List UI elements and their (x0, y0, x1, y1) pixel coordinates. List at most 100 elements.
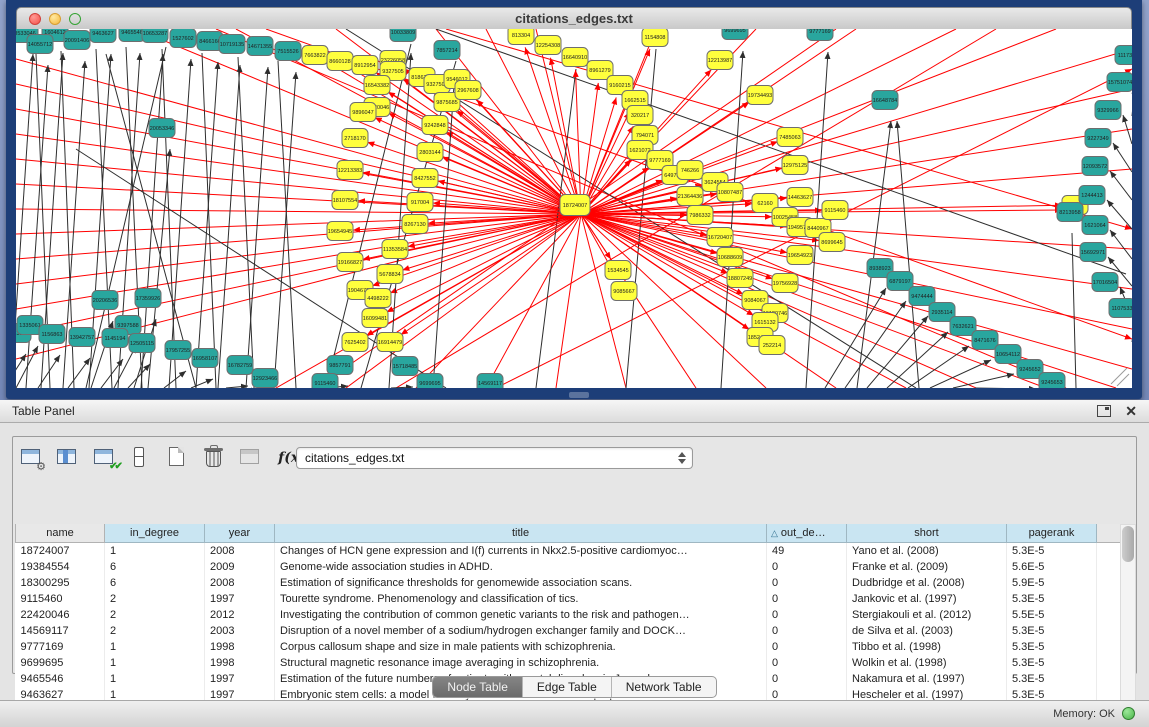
tab-node-table[interactable]: Node Table (433, 677, 523, 697)
graph-node-label: 17957255 (166, 348, 190, 354)
column-header-title[interactable]: title (275, 524, 767, 543)
table-selector-dropdown[interactable]: citations_edges.txt (296, 447, 693, 469)
graph-node-label: 7515526 (277, 49, 298, 55)
graph-node-label: 15692971 (1081, 250, 1105, 256)
table-cell[interactable]: 1998 (205, 655, 275, 671)
table-checks-icon[interactable]: ✔✔ (92, 443, 118, 473)
table-cell[interactable]: 2009 (205, 559, 275, 575)
table-row[interactable]: 1456911722003Disruption of a novel membe… (16, 623, 1121, 639)
column-header-pagerank[interactable]: pagerank (1007, 524, 1097, 543)
table-cell[interactable]: 2 (105, 607, 205, 623)
table-cell[interactable]: 1 (105, 543, 205, 560)
table-cell[interactable]: 2003 (205, 623, 275, 639)
table-cell[interactable]: 5.6E-5 (1007, 559, 1097, 575)
table-cell[interactable]: Yano et al. (2008) (847, 543, 1007, 560)
network-window-titlebar[interactable]: citations_edges.txt (16, 7, 1132, 29)
table-cell[interactable]: 9777169 (16, 639, 105, 655)
column-chooser-icon[interactable] (128, 443, 154, 473)
tab-network-table[interactable]: Network Table (612, 677, 716, 697)
table-cell[interactable]: 5.3E-5 (1007, 623, 1097, 639)
table-settings-icon[interactable]: ⚙ (19, 443, 45, 473)
table-cell[interactable]: 9115460 (16, 591, 105, 607)
table-cell[interactable]: 5.3E-5 (1007, 639, 1097, 655)
graph-node-label: 8660128 (329, 59, 350, 65)
table-cell[interactable]: Wolkin et al. (1998) (847, 655, 1007, 671)
table-row[interactable]: 1830029562008Estimation of significance … (16, 575, 1121, 591)
table-cell[interactable]: Genome-wide association studies in ADHD. (275, 559, 767, 575)
delete-icon[interactable] (201, 443, 227, 473)
table-cell[interactable]: Tourette syndrome. Phenomenology and cla… (275, 591, 767, 607)
table-row[interactable]: 969969511998Structural magnetic resonanc… (16, 655, 1121, 671)
table-cell[interactable]: 5.3E-5 (1007, 543, 1097, 560)
table-cell[interactable]: 14569117 (16, 623, 105, 639)
table-cell[interactable]: 0 (767, 639, 847, 655)
table-cell[interactable]: 6 (105, 559, 205, 575)
column-header-out_de[interactable]: △out_de… (767, 524, 847, 543)
table-cell[interactable]: 49 (767, 543, 847, 560)
table-cell[interactable]: 18724007 (16, 543, 105, 560)
table-cell[interactable]: 5.3E-5 (1007, 591, 1097, 607)
table-cell[interactable]: 2012 (205, 607, 275, 623)
table-cell[interactable]: Investigating the contribution of common… (275, 607, 767, 623)
table-cell[interactable]: 1998 (205, 639, 275, 655)
table-cell[interactable]: 2 (105, 591, 205, 607)
memory-status-indicator[interactable] (1122, 707, 1135, 720)
table-cell[interactable]: 6 (105, 575, 205, 591)
graph-node-label: 1335061 (19, 323, 40, 329)
table-cell[interactable]: 5.9E-5 (1007, 575, 1097, 591)
new-file-icon[interactable] (165, 443, 191, 473)
scrollbar-thumb[interactable] (1122, 526, 1134, 562)
table-cell[interactable]: 19384554 (16, 559, 105, 575)
graph-node-label: 320217 (631, 113, 649, 119)
graph-node-label: 2718170 (344, 136, 365, 142)
table-cell[interactable]: 22420046 (16, 607, 105, 623)
table-cell[interactable]: 0 (767, 655, 847, 671)
table-cell[interactable]: 0 (767, 575, 847, 591)
table-cell[interactable]: Structural magnetic resonance image aver… (275, 655, 767, 671)
table-cell[interactable]: Disruption of a novel member of a sodium… (275, 623, 767, 639)
table-cell[interactable]: 5.5E-5 (1007, 607, 1097, 623)
float-panel-icon[interactable] (1097, 405, 1111, 417)
table-cell[interactable]: Estimation of significance thresholds fo… (275, 575, 767, 591)
table-cell[interactable]: 9699695 (16, 655, 105, 671)
table-cell[interactable]: Franke et al. (2009) (847, 559, 1007, 575)
table-cell[interactable]: 5.3E-5 (1007, 655, 1097, 671)
graph-node-label: 9245652 (1019, 367, 1040, 373)
column-header-in_degree[interactable]: in_degree (105, 524, 205, 543)
table-cell[interactable]: Stergiakouli et al. (2012) (847, 607, 1007, 623)
column-header-year[interactable]: year (205, 524, 275, 543)
table-column-icon[interactable] (55, 443, 81, 473)
table-cell[interactable]: Changes of HCN gene expression and I(f) … (275, 543, 767, 560)
table-cell[interactable]: 2008 (205, 575, 275, 591)
table-cell[interactable]: 18300295 (16, 575, 105, 591)
table-row[interactable]: 911546021997Tourette syndrome. Phenomeno… (16, 591, 1121, 607)
table-cell[interactable]: 1997 (205, 591, 275, 607)
column-header-short[interactable]: short (847, 524, 1007, 543)
table-cell[interactable]: Dudbridge et al. (2008) (847, 575, 1007, 591)
table-row[interactable]: 977716911998Corpus callosum shape and si… (16, 639, 1121, 655)
graph-node-label: 20053346 (150, 126, 174, 132)
network-canvas[interactable]: 2718170122133831810755419654945191668271… (16, 29, 1132, 388)
table-cell[interactable]: 1 (105, 655, 205, 671)
table-cell[interactable]: 2008 (205, 543, 275, 560)
table-cell[interactable]: 0 (767, 559, 847, 575)
column-header-name[interactable]: name (16, 524, 105, 543)
table-cell[interactable]: de Silva et al. (2003) (847, 623, 1007, 639)
table-cell[interactable]: 0 (767, 591, 847, 607)
citation-network-graph[interactable]: 2718170122133831810755419654945191668271… (16, 29, 1132, 388)
split-pane-divider[interactable] (569, 392, 589, 398)
table-row[interactable]: 1872400712008Changes of HCN gene express… (16, 543, 1121, 560)
table-cell[interactable]: Tibbo et al. (1998) (847, 639, 1007, 655)
table-cell[interactable]: Corpus callosum shape and size in male p… (275, 639, 767, 655)
table-cell[interactable]: 0 (767, 623, 847, 639)
close-panel-icon[interactable]: ✕ (1125, 402, 1137, 420)
table-cell[interactable]: 2 (105, 623, 205, 639)
graph-node-label: 9463627 (92, 31, 113, 37)
tab-edge-table[interactable]: Edge Table (523, 677, 612, 697)
table-cell[interactable]: 0 (767, 607, 847, 623)
table-row[interactable]: 2242004622012Investigating the contribut… (16, 607, 1121, 623)
graph-node-label: 9699695 (724, 29, 745, 34)
table-cell[interactable]: 1 (105, 639, 205, 655)
table-row[interactable]: 1938455462009Genome-wide association stu… (16, 559, 1121, 575)
table-cell[interactable]: Jankovic et al. (1997) (847, 591, 1007, 607)
